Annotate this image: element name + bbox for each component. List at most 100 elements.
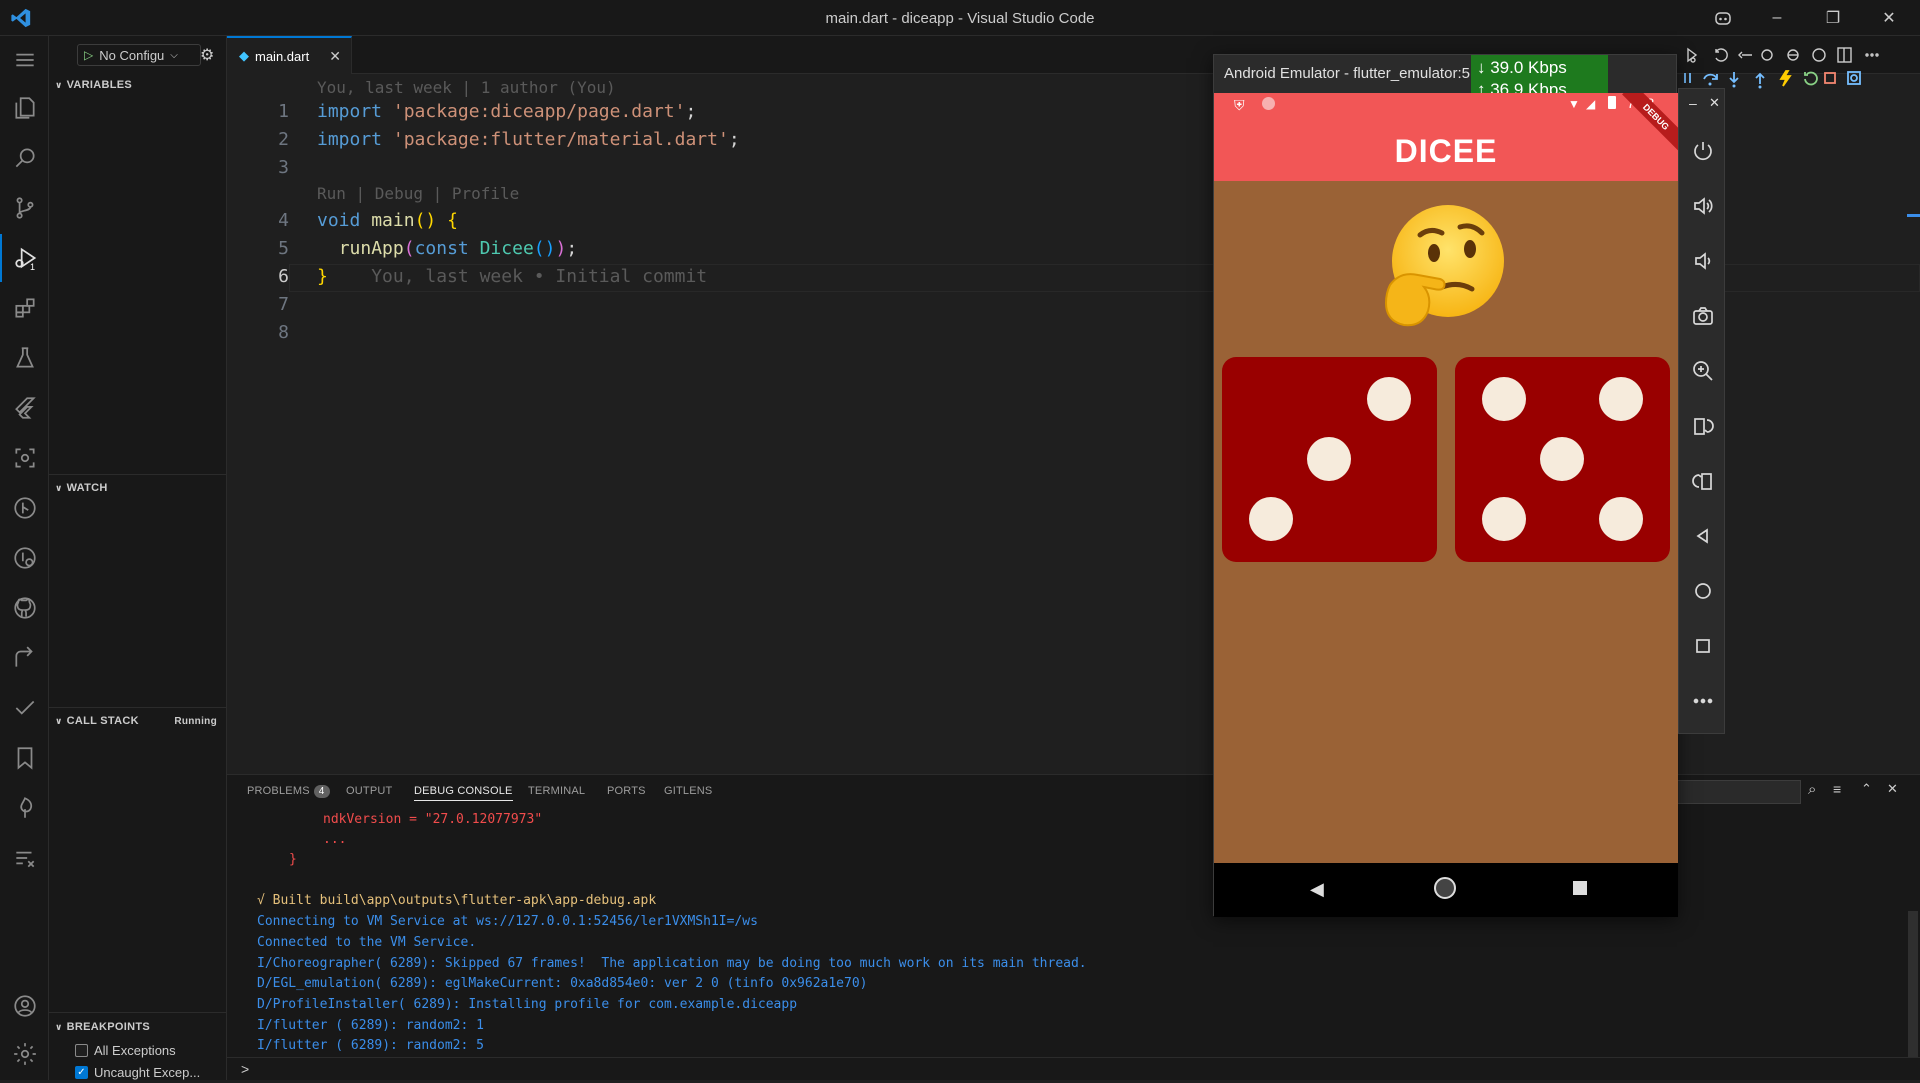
tab-ports[interactable]: PORTS (607, 785, 646, 797)
phone-screen[interactable]: ⛨ ▼ ◢ 7:48 DEBUG DICEE (1214, 93, 1678, 917)
punctuation: ; (728, 129, 740, 150)
keyword: import (317, 129, 383, 150)
codelens-run-debug[interactable]: Run | Debug | Profile (317, 184, 519, 203)
codelens-author[interactable]: You, last week | 1 author (You) (317, 78, 616, 97)
bookmarks-icon[interactable] (0, 734, 49, 782)
find-icon[interactable]: ⌕ (1808, 781, 1816, 798)
console-input[interactable]: > (227, 1057, 1920, 1081)
editor-actions (1684, 44, 1904, 66)
github-icon[interactable] (0, 584, 49, 632)
todo-check-icon[interactable] (0, 684, 49, 732)
die-pip (1307, 437, 1351, 481)
checkbox[interactable]: ✓ (75, 1065, 88, 1079)
clear-console-icon[interactable]: ≡ (1833, 781, 1841, 797)
line-number: 8 (278, 322, 289, 343)
testing-icon[interactable] (0, 334, 49, 382)
rotate-left-icon[interactable] (1679, 406, 1726, 446)
breakpoints-section-header[interactable]: ∨ BREAKPOINTS (49, 1016, 227, 1038)
remote-explorer-icon[interactable] (0, 434, 49, 482)
chevron-down-icon: ⌵ (170, 49, 178, 61)
tab-main-dart[interactable]: ◆ main.dart ✕ (227, 36, 352, 74)
emulator-side-toolbar: – ✕ (1678, 88, 1725, 734)
chevron-down-icon: ∨ (55, 482, 63, 493)
tab-debug-console[interactable]: DEBUG CONSOLE (414, 785, 513, 801)
chevron-down-icon: ∨ (55, 1021, 63, 1032)
nav-back-icon[interactable]: ◀ (1310, 879, 1324, 900)
maximize-panel-icon[interactable]: ⌃ (1861, 781, 1872, 797)
console-line: Connected to the VM Service. (257, 935, 477, 950)
start-debugging-icon[interactable]: ▷ (84, 48, 93, 62)
battery-icon (1608, 96, 1616, 109)
watch-section-header[interactable]: ∨ WATCH (49, 477, 227, 499)
android-emulator-window[interactable]: Android Emulator - flutter_emulator:5 ↓ … (1213, 54, 1678, 917)
signal-icon: ◢ (1586, 97, 1596, 111)
die-pip (1599, 497, 1643, 541)
chevron-down-icon: ∨ (55, 79, 63, 90)
line-number: 2 (278, 129, 289, 150)
zoom-icon[interactable] (1679, 351, 1726, 391)
home-icon[interactable] (1679, 571, 1726, 611)
debug-settings-gear-icon[interactable]: ⚙ (200, 45, 214, 65)
back-icon[interactable] (1679, 516, 1726, 556)
flutter-icon[interactable] (0, 384, 49, 432)
nav-overview-icon[interactable] (1573, 881, 1587, 895)
download-speed: ↓ 39.0 Kbps (1477, 58, 1567, 77)
camera-icon[interactable] (1679, 296, 1726, 336)
gitlens-icon[interactable] (0, 484, 49, 532)
console-prompt-icon: > (241, 1061, 250, 1077)
gitlens-inspect-icon[interactable] (0, 534, 49, 582)
manage-gear-icon[interactable] (0, 1030, 49, 1078)
left-die[interactable] (1222, 357, 1437, 562)
console-line: ndkVersion = "27.0.12077973" (323, 812, 543, 827)
source-control-icon[interactable] (0, 184, 49, 232)
line-number: 3 (278, 157, 289, 178)
volume-down-icon[interactable] (1679, 241, 1726, 281)
run-and-debug-icon[interactable]: 1 (0, 234, 49, 282)
tab-gitlens[interactable]: GITLENS (664, 785, 712, 797)
close-emulator-icon[interactable]: ✕ (1709, 95, 1720, 111)
call-stack-section-header[interactable]: ∨ CALL STACK Running (49, 710, 227, 732)
right-die[interactable] (1455, 357, 1670, 562)
clear-filter-icon[interactable] (0, 834, 49, 882)
run-config-select[interactable]: ▷ No Configu ⌵ (77, 44, 201, 66)
code-line-4: void main() { (317, 210, 458, 231)
timeline-icon[interactable] (0, 784, 49, 832)
search-icon[interactable] (0, 134, 49, 182)
editor-action-icons[interactable] (1684, 44, 1904, 66)
overview-icon[interactable] (1679, 626, 1726, 666)
restore-button[interactable]: ❐ (1810, 0, 1856, 36)
power-icon[interactable] (1679, 131, 1726, 171)
tab-output[interactable]: OUTPUT (346, 785, 392, 797)
breakpoint-all-exceptions[interactable]: All Exceptions (75, 1039, 176, 1061)
volume-up-icon[interactable] (1679, 186, 1726, 226)
minimap-slider[interactable] (1907, 214, 1920, 217)
class-name: Dicee (479, 238, 534, 259)
console-filter-input[interactable] (1676, 780, 1801, 804)
tab-label: PROBLEMS (247, 785, 310, 797)
tab-problems[interactable]: PROBLEMS 4 (247, 785, 330, 798)
minimize-button[interactable]: – (1754, 0, 1800, 36)
console-line: I/Choreographer( 6289): Skipped 67 frame… (257, 956, 1087, 971)
console-scrollbar[interactable] (1908, 911, 1918, 1057)
variables-section-header[interactable]: ∨ VARIABLES (49, 74, 227, 96)
live-share-icon[interactable] (0, 634, 49, 682)
nav-home-icon[interactable] (1434, 877, 1456, 899)
close-button[interactable]: ✕ (1866, 0, 1912, 36)
copilot-icon[interactable] (1700, 0, 1746, 36)
string-literal: 'package:diceapp/page.dart' (392, 101, 686, 122)
shield-icon: ⛨ (1234, 97, 1245, 113)
explorer-icon[interactable] (0, 84, 49, 132)
menu-icon[interactable] (0, 36, 49, 84)
punctuation: } (317, 266, 328, 287)
wifi-icon: ▼ (1568, 97, 1580, 111)
more-icon[interactable] (1679, 681, 1726, 721)
close-tab-icon[interactable]: ✕ (329, 48, 341, 65)
accounts-icon[interactable] (0, 982, 49, 1030)
checkbox[interactable] (75, 1043, 88, 1057)
minimize-emulator-icon[interactable]: – (1689, 95, 1697, 111)
function-name: main (371, 210, 415, 231)
close-panel-icon[interactable]: ✕ (1887, 781, 1898, 797)
extensions-icon[interactable] (0, 284, 49, 332)
rotate-right-icon[interactable] (1679, 461, 1726, 501)
tab-terminal[interactable]: TERMINAL (528, 785, 585, 797)
